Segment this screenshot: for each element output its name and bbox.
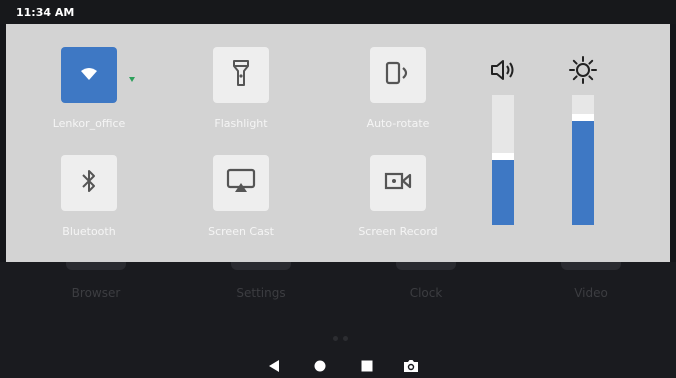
recents-icon[interactable] — [357, 356, 377, 376]
clock-app-icon[interactable] — [396, 262, 456, 270]
bluetooth-tile-label: Bluetooth — [62, 225, 116, 238]
bluetooth-tile-button[interactable] — [61, 155, 117, 211]
app-label-browser[interactable]: Browser — [36, 286, 156, 300]
volume-icon — [488, 55, 518, 85]
volume-slider[interactable] — [492, 95, 514, 225]
back-icon[interactable] — [264, 356, 284, 376]
tile-screen-cast[interactable]: Screen Cast — [171, 155, 311, 255]
screen-record-icon — [384, 171, 412, 195]
screen-record-tile-button[interactable] — [370, 155, 426, 211]
status-bar: 11:34 AM — [0, 0, 676, 24]
tile-bluetooth[interactable]: Bluetooth — [19, 155, 159, 255]
settings-app-icon[interactable] — [231, 262, 291, 270]
flashlight-tile-button[interactable] — [213, 47, 269, 103]
home-icon[interactable] — [310, 356, 330, 376]
tile-wifi[interactable]: Lenkor_office — [19, 47, 159, 147]
brightness-icon — [568, 55, 598, 85]
screen-cast-tile-label: Screen Cast — [208, 225, 274, 238]
app-label-clock[interactable]: Clock — [366, 286, 486, 300]
auto-rotate-tile-button[interactable] — [370, 47, 426, 103]
wifi-details-caret[interactable] — [129, 77, 135, 82]
quick-settings-panel: Lenkor_office Flashlight Auto-rotate Blu… — [6, 24, 670, 262]
auto-rotate-tile-label: Auto-rotate — [366, 117, 430, 130]
browser-app-icon[interactable] — [66, 262, 126, 270]
tile-flashlight[interactable]: Flashlight — [171, 47, 311, 147]
page-indicator-dot — [343, 336, 348, 341]
app-label-video[interactable]: Video — [531, 286, 651, 300]
tile-screen-record[interactable]: Screen Record — [328, 155, 468, 255]
video-app-icon[interactable] — [561, 262, 621, 270]
volume-slider-thumb[interactable] — [492, 153, 514, 160]
flashlight-tile-label: Flashlight — [214, 117, 268, 130]
wifi-icon — [80, 66, 98, 85]
brightness-slider-thumb[interactable] — [572, 114, 594, 121]
volume-slider-fill — [492, 153, 514, 225]
screenshot-icon[interactable] — [401, 356, 421, 376]
app-label-settings[interactable]: Settings — [201, 286, 321, 300]
wifi-tile-label: Lenkor_office — [52, 117, 126, 130]
flashlight-icon — [232, 59, 250, 91]
screen-cast-tile-button[interactable] — [213, 155, 269, 211]
bluetooth-icon — [81, 168, 97, 198]
brightness-slider-fill — [572, 114, 594, 225]
screen-record-tile-label: Screen Record — [358, 225, 438, 238]
screen-cast-icon — [226, 168, 256, 198]
status-time: 11:34 AM — [16, 6, 75, 19]
auto-rotate-icon — [384, 59, 412, 91]
brightness-slider[interactable] — [572, 95, 594, 225]
tile-auto-rotate[interactable]: Auto-rotate — [328, 47, 468, 147]
wifi-tile-button[interactable] — [61, 47, 117, 103]
page-indicator-dot — [333, 336, 338, 341]
navigation-bar — [0, 352, 676, 378]
